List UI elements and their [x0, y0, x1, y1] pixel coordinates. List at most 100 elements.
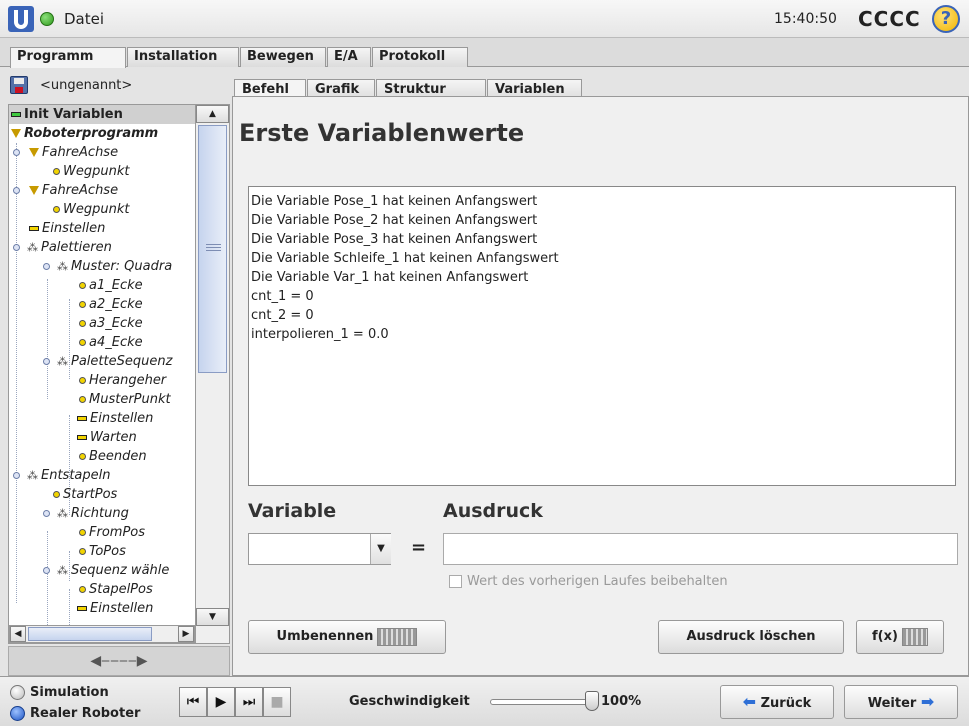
fx-button[interactable]: f(x) [856, 620, 944, 654]
bar-yellow-icon [77, 606, 87, 611]
tree-item-musterpunkt[interactable]: MusterPunkt [79, 390, 171, 409]
universal-robots-logo-icon [8, 6, 34, 32]
vertical-scroll-thumb[interactable] [198, 125, 227, 373]
real-robot-radio[interactable] [10, 706, 25, 721]
tree-item-a1-ecke[interactable]: a1_Ecke [79, 276, 143, 295]
tree-item-beenden[interactable]: Beenden [79, 447, 147, 466]
scroll-up-icon[interactable]: ▲ [196, 105, 229, 123]
node-pin-icon [13, 244, 20, 251]
pallet-icon: ⁂ [27, 469, 38, 482]
tree-connector [16, 143, 17, 603]
tree-item-sequenz-waehlen[interactable]: ⁂ Sequenz wähle [57, 561, 169, 580]
speed-slider[interactable] [490, 699, 592, 705]
node-pin-icon [13, 149, 20, 156]
clock: 15:40:50 [774, 11, 837, 27]
waypoint-dot-icon [79, 548, 86, 555]
tree-item-einstellen[interactable]: Einstellen [77, 409, 153, 428]
speed-value: 100% [601, 694, 642, 709]
waypoint-dot-icon [53, 491, 60, 498]
tree-item-init-variablen[interactable]: Init Variablen [9, 105, 195, 124]
tree-item-stapelpos[interactable]: StapelPos [79, 580, 153, 599]
simulation-label: Simulation [30, 685, 109, 700]
save-disk-icon[interactable] [10, 76, 28, 94]
grip-line [206, 244, 221, 245]
pallet-icon: ⁂ [57, 564, 68, 577]
tab-ea[interactable]: E/A [327, 47, 371, 67]
node-pin-icon [13, 472, 20, 479]
command-panel: Befehl Grafik Struktur Variablen Erste V… [232, 72, 969, 676]
keep-value-label: Wert des vorherigen Laufes beibehalten [467, 574, 728, 589]
rename-button[interactable]: Umbenennen [248, 620, 446, 654]
step-forward-icon[interactable]: ⏭ [235, 687, 263, 717]
tree-item-palettesequenz[interactable]: ⁂ PaletteSequenz [57, 352, 172, 371]
arrow-left-icon: ⬅ [742, 692, 757, 711]
scroll-right-icon[interactable]: ▶ [178, 626, 194, 642]
simulation-radio[interactable] [10, 685, 25, 700]
clear-expression-button[interactable]: Ausdruck löschen [658, 620, 844, 654]
bar-yellow-icon [29, 226, 39, 231]
waypoint-dot-icon [79, 339, 86, 346]
tree-item-a4-ecke[interactable]: a4_Ecke [79, 333, 143, 352]
status-line: Die Variable Pose_1 hat keinen Anfangswe… [251, 194, 538, 209]
waypoint-dot-icon [79, 396, 86, 403]
tree-item-topos[interactable]: ToPos [79, 542, 126, 561]
skip-back-icon[interactable]: ⏮ [179, 687, 207, 717]
variable-select[interactable]: ▼ [248, 533, 391, 565]
status-line: cnt_2 = 0 [251, 308, 314, 323]
waypoint-dot-icon [79, 453, 86, 460]
tree-item-warten[interactable]: Warten [77, 428, 137, 447]
tab-programm[interactable]: Programm [10, 47, 126, 68]
chevron-down-icon[interactable]: ▼ [370, 534, 391, 564]
tree-horizontal-scrollbar[interactable]: ◀ ▶ [9, 625, 195, 643]
waypoint-dot-icon [53, 206, 60, 213]
tree-item-einstellen[interactable]: Einstellen [77, 599, 153, 618]
node-pin-icon [13, 187, 20, 194]
program-tree-panel: <ungenannt> Init Variablen Roboterprogra… [8, 72, 230, 676]
tree-item-wegpunkt[interactable]: Wegpunkt [53, 162, 129, 181]
tree-item-startpos[interactable]: StartPos [53, 485, 117, 504]
panel-resize-handle[interactable]: ◀‒‒‒‒▶ [8, 646, 230, 676]
tree-item-a3-ecke[interactable]: a3_Ecke [79, 314, 143, 333]
variable-label: Variable [248, 500, 337, 522]
tab-protokoll[interactable]: Protokoll [372, 47, 468, 67]
file-menu[interactable]: Datei [64, 10, 104, 28]
tree-vertical-scrollbar[interactable]: ▲ ▼ [195, 105, 229, 643]
scroll-down-icon[interactable]: ▼ [196, 608, 229, 626]
tree-item-roboterprogramm[interactable]: Roboterprogramm [9, 124, 158, 143]
triangle-icon [29, 148, 39, 157]
next-button[interactable]: Weiter ➡ [844, 685, 958, 719]
tab-installation[interactable]: Installation [127, 47, 239, 67]
keep-value-checkbox[interactable] [449, 575, 462, 588]
page-title: Erste Variablenwerte [239, 119, 525, 147]
tree-item-fahreachse[interactable]: FahreAchse [29, 143, 118, 162]
triangle-icon [29, 186, 39, 195]
tree-item-a2-ecke[interactable]: a2_Ecke [79, 295, 143, 314]
waypoint-dot-icon [79, 320, 86, 327]
help-button[interactable]: ? [932, 5, 960, 33]
back-button[interactable]: ⬅ Zurück [720, 685, 834, 719]
scroll-left-icon[interactable]: ◀ [10, 626, 26, 642]
horizontal-scroll-thumb[interactable] [28, 627, 152, 641]
variable-status-list: Die Variable Pose_1 hat keinen Anfangswe… [248, 186, 956, 486]
tree-item-entstapeln[interactable]: ⁂ Entstapeln [27, 466, 111, 485]
expression-input[interactable] [443, 533, 958, 565]
tree-item-richtung[interactable]: ⁂ Richtung [57, 504, 129, 523]
status-line: cnt_1 = 0 [251, 289, 314, 304]
tree-item-einstellen[interactable]: Einstellen [29, 219, 105, 238]
play-icon[interactable]: ▶ [207, 687, 235, 717]
command-content: Erste Variablenwerte Die Variable Pose_1… [232, 96, 969, 676]
status-line: Die Variable Var_1 hat keinen Anfangswer… [251, 270, 529, 285]
pallet-icon: ⁂ [57, 260, 68, 273]
tree-item-wegpunkt[interactable]: Wegpunkt [53, 200, 129, 219]
program-tree[interactable]: Init Variablen Roboterprogramm FahreAchs… [8, 104, 230, 644]
tab-bewegen[interactable]: Bewegen [240, 47, 326, 67]
tree-item-frompos[interactable]: FromPos [79, 523, 145, 542]
title-bar: Datei 15:40:50 CCCC ? [0, 0, 969, 38]
stop-icon[interactable]: ■ [263, 687, 291, 717]
tree-item-muster[interactable]: ⁂ Muster: Quadra [57, 257, 172, 276]
speed-slider-thumb[interactable] [585, 691, 599, 711]
tree-item-fahreachse[interactable]: FahreAchse [29, 181, 118, 200]
grip-line [206, 247, 221, 248]
tree-item-herangeher[interactable]: Herangeher [79, 371, 166, 390]
tree-item-palettieren[interactable]: ⁂ Palettieren [27, 238, 112, 257]
